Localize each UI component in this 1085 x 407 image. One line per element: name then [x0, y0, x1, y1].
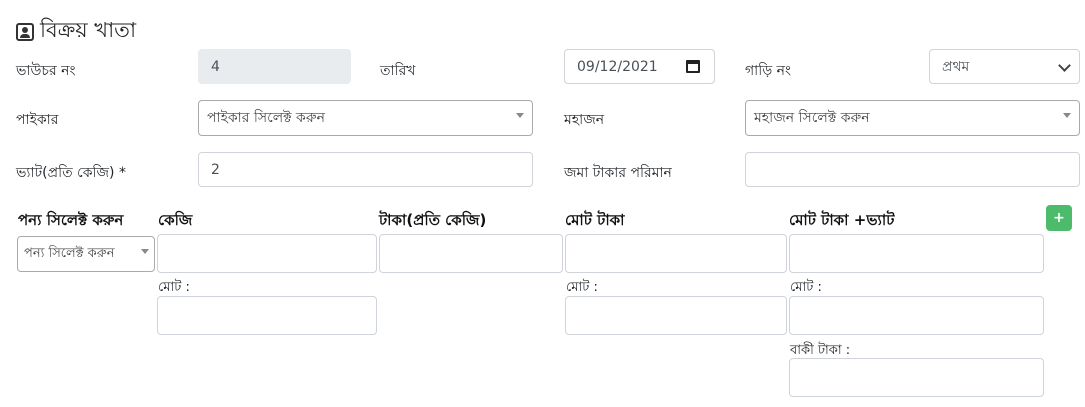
date-value: 09/12/2021: [577, 58, 658, 75]
mahajan-select[interactable]: মহাজন সিলেক্ট করুন: [745, 100, 1080, 136]
mahajan-placeholder: মহাজন সিলেক্ট করুন: [754, 110, 870, 126]
total-input[interactable]: [565, 234, 787, 273]
chevron-down-icon: [1058, 58, 1071, 72]
page-title-text: বিক্রয় খাতা: [40, 18, 137, 42]
kg-total-input[interactable]: [157, 296, 377, 335]
deposit-label: জমা টাকার পরিমান: [564, 165, 672, 181]
dropdown-arrow-icon: [141, 249, 149, 254]
paikar-label: পাইকার: [16, 112, 59, 128]
col-total-header: মোট টাকা: [565, 211, 625, 229]
kg-input[interactable]: [157, 234, 377, 273]
voucher-label: ভাউচর নং: [16, 63, 76, 79]
due-input[interactable]: [789, 358, 1044, 397]
col-rate-header: টাকা(প্রতি কেজি): [379, 211, 487, 229]
paikar-select[interactable]: পাইকার সিলেক্ট করুন: [198, 100, 533, 136]
dropdown-arrow-icon: [1063, 113, 1071, 118]
vat-input[interactable]: 2: [198, 152, 533, 187]
vehicle-label: গাড়ি নং: [745, 63, 792, 79]
vehicle-selected: প্রথম: [942, 58, 970, 75]
col-kg-header: কেজি: [158, 211, 193, 229]
col-total-vat-header: মোট টাকা +ভ্যাট: [789, 211, 895, 229]
add-row-button[interactable]: +: [1046, 205, 1072, 231]
product-placeholder: পন্য সিলেক্ট করুন: [24, 245, 115, 261]
total-vat-input[interactable]: [789, 234, 1044, 273]
date-label: তারিখ: [380, 63, 416, 79]
deposit-input[interactable]: [745, 152, 1080, 187]
paikar-placeholder: পাইকার সিলেক্ট করুন: [207, 110, 325, 126]
product-select[interactable]: পন্য সিলেক্ট করুন: [17, 236, 155, 272]
rate-input[interactable]: [379, 234, 563, 273]
page-title: বিক্রয় খাতা: [16, 14, 136, 49]
mahajan-label: মহাজন: [564, 112, 605, 128]
vehicle-select[interactable]: প্রথম: [929, 49, 1080, 84]
total-sum-input[interactable]: [565, 296, 787, 335]
col-product-header: পন্য সিলেক্ট করুন: [18, 211, 124, 229]
vat-label: ভ্যাট(প্রতি কেজি) *: [16, 165, 126, 181]
total-vat-sum-input[interactable]: [789, 296, 1044, 335]
dropdown-arrow-icon: [516, 113, 524, 118]
date-input[interactable]: 09/12/2021: [564, 49, 715, 84]
calendar-icon[interactable]: [686, 59, 700, 73]
contact-card-icon: [16, 22, 34, 41]
voucher-input[interactable]: 4: [198, 49, 351, 84]
